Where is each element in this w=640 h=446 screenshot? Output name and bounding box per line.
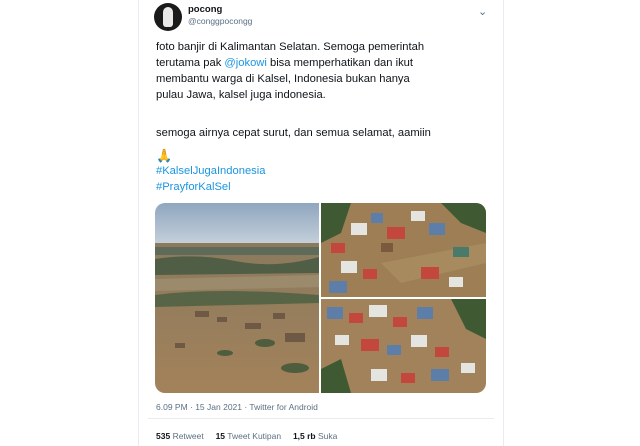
- hashtag-link[interactable]: #KalselJugaIndonesia: [156, 164, 486, 180]
- user-handle[interactable]: @conggpocongg: [188, 16, 252, 26]
- mention-link[interactable]: @jokowi: [224, 57, 266, 69]
- tweet-timestamp[interactable]: 6.09 PM · 15 Jan 2021 · Twitter for Andr…: [156, 402, 318, 412]
- flood-photo-2[interactable]: [321, 203, 486, 297]
- flood-photo-3[interactable]: [321, 299, 486, 393]
- avatar[interactable]: [154, 3, 182, 31]
- display-name[interactable]: pocong: [188, 4, 222, 15]
- tweet-text-line: foto banjir di Kalimantan Selatan. Semog…: [156, 41, 425, 53]
- more-icon[interactable]: ⌄: [478, 5, 488, 18]
- engagement-stats: 535 Retweet 15 Tweet Kutipan 1,5 rb Suka: [156, 431, 337, 441]
- hashtag-link[interactable]: #PrayforKalSel: [156, 180, 486, 196]
- tweet-text-line: terutama pak @jokowi bisa memperhatikan …: [156, 57, 413, 69]
- retweet-stat[interactable]: 535 Retweet: [156, 431, 204, 441]
- tweet-text-line: pulau Jawa, kalsel juga indonesia.: [156, 89, 326, 101]
- like-stat[interactable]: 1,5 rb Suka: [293, 431, 337, 441]
- tweet-text-line: membantu warga di Kalsel, Indonesia buka…: [156, 73, 410, 85]
- pray-emoji: 🙏: [156, 148, 173, 163]
- divider: [148, 418, 494, 419]
- tweet-text-line: semoga airnya cepat surut, dan semua sel…: [156, 127, 431, 139]
- quote-stat[interactable]: 15 Tweet Kutipan: [216, 431, 282, 441]
- flood-photo-1[interactable]: [155, 203, 319, 393]
